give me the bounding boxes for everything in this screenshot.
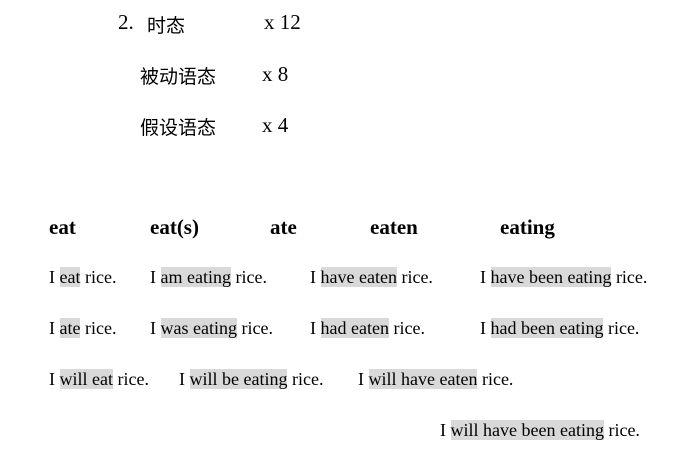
example-past-simple: I ate rice. — [49, 318, 117, 338]
verb-form-present: eat(s) — [150, 215, 199, 239]
highlight: will eat — [59, 369, 113, 389]
highlight: will be eating — [189, 369, 288, 389]
example-present-continuous: I am eating rice. — [150, 267, 267, 287]
example-present-perfect-continuous: I have been eating rice. — [480, 267, 648, 287]
example-present-simple: I eat rice. — [49, 267, 117, 287]
highlight: had been eating — [490, 318, 604, 338]
verb-form-past: ate — [270, 215, 297, 239]
example-past-perfect: I had eaten rice. — [310, 318, 425, 338]
outline-item-subjunctive-count: x 4 — [262, 113, 289, 137]
example-future-continuous: I will be eating rice. — [179, 369, 324, 389]
example-future-perfect: I will have eaten rice. — [358, 369, 514, 389]
example-past-continuous: I was eating rice. — [150, 318, 273, 338]
highlight: will have eaten — [368, 369, 478, 389]
verb-form-base: eat — [49, 215, 76, 239]
example-future-simple: I will eat rice. — [49, 369, 149, 389]
highlight: was eating — [160, 318, 237, 338]
verb-form-present-participle: eating — [500, 215, 555, 239]
highlight: have been eating — [490, 267, 612, 287]
highlight: am eating — [160, 267, 231, 287]
example-past-perfect-continuous: I had been eating rice. — [480, 318, 640, 338]
verb-form-past-participle: eaten — [370, 215, 418, 239]
outline-item-subjunctive-label: 假设语态 — [140, 117, 217, 139]
highlight: have eaten — [320, 267, 397, 287]
example-future-perfect-continuous: I will have been eating rice. — [440, 420, 640, 440]
outline-number: 2. — [118, 10, 134, 34]
highlight: had eaten — [320, 318, 389, 338]
outline-item-tense-count: x 12 — [264, 10, 301, 34]
outline-item-tense-label: 时态 — [147, 15, 186, 37]
highlight: eat — [59, 267, 81, 287]
example-present-perfect: I have eaten rice. — [310, 267, 433, 287]
outline-item-passive-label: 被动语态 — [140, 66, 217, 88]
outline-item-passive-count: x 8 — [262, 62, 289, 86]
highlight: will have been eating — [450, 420, 604, 440]
highlight: ate — [59, 318, 81, 338]
